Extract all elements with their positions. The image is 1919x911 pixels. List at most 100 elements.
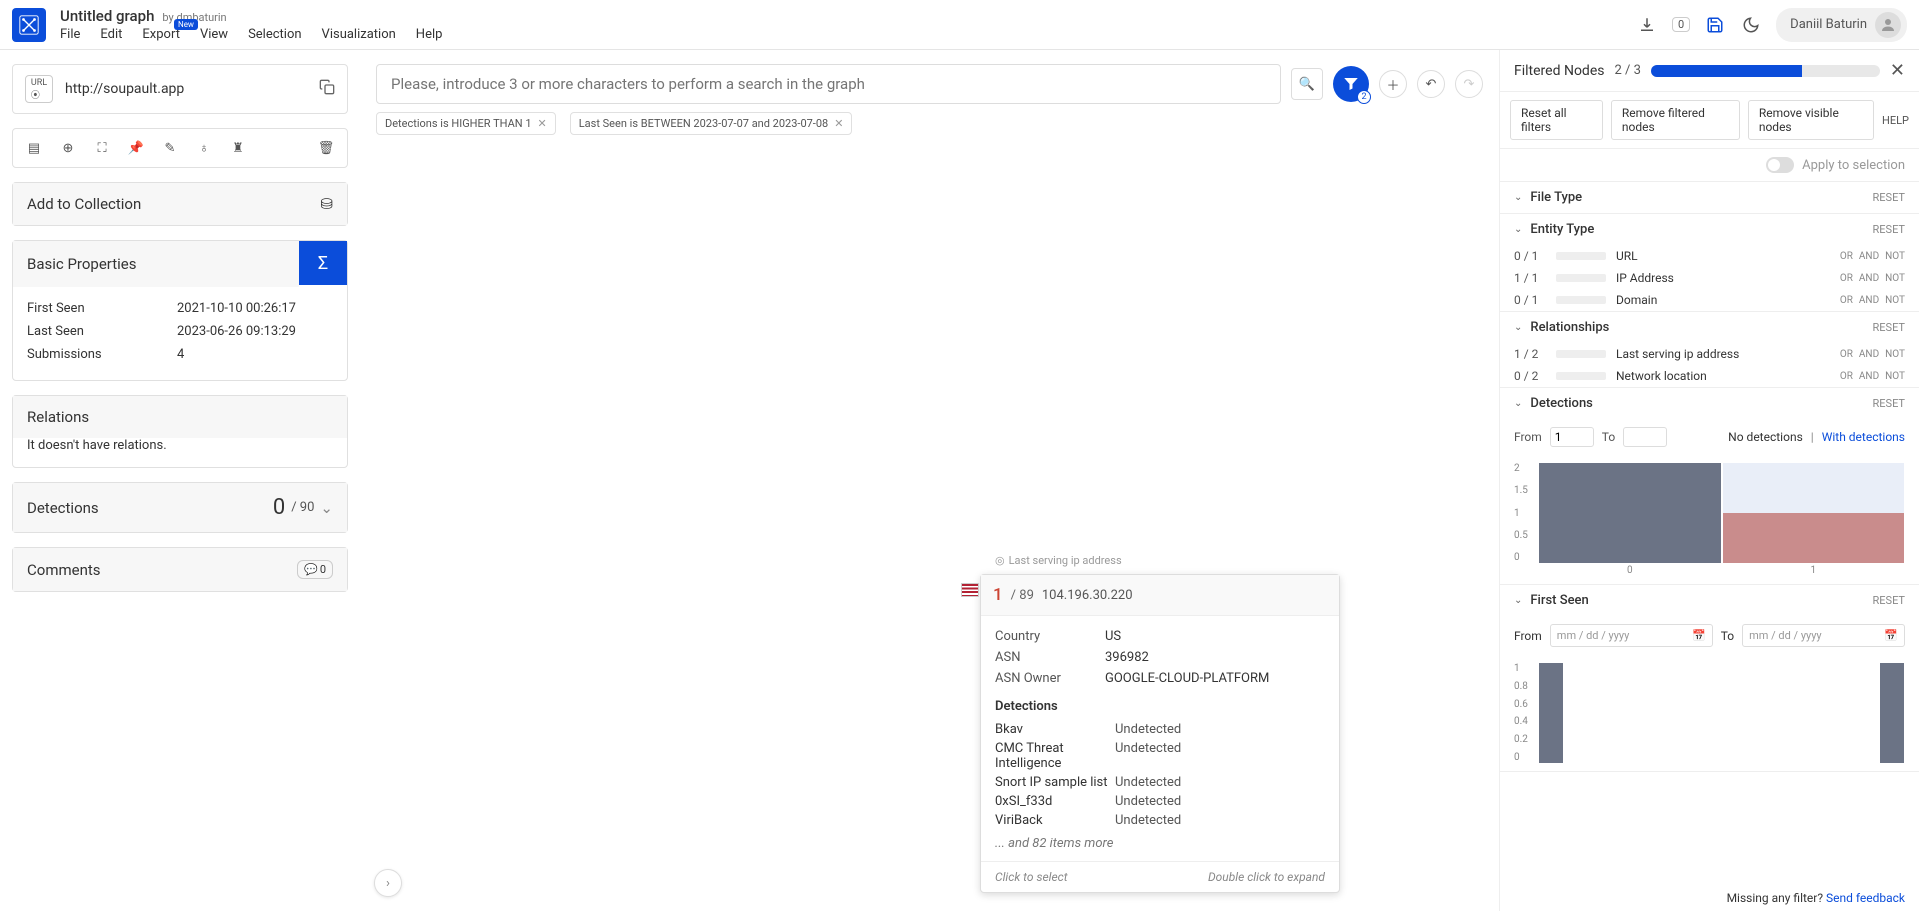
add-node-icon[interactable]: ⊕ [59,139,77,157]
graph-title[interactable]: Untitled graph [60,7,154,25]
menu-view[interactable]: View [200,27,228,42]
filter-chips: Detections is HIGHER THAN 1✕ Last Seen i… [376,112,852,135]
brush-icon[interactable]: ✎ [161,139,179,157]
filter-count: 2 [1357,90,1371,104]
firstseen-to-input[interactable]: mm / dd / yyyy📅 [1742,624,1905,647]
prop-row: Last Seen2023-06-26 09:13:29 [27,320,333,343]
user-menu[interactable]: Daniil Baturin [1776,8,1907,42]
filter-chip[interactable]: Last Seen is BETWEEN 2023-07-07 and 2023… [570,112,853,135]
trash-icon[interactable]: 🗑 [317,139,335,157]
hierarchy-icon[interactable]: ♁ [195,139,213,157]
detections-total: / 90 [291,500,314,515]
detections-card[interactable]: Detections 0 / 90 ⌄ [12,482,348,533]
copy-icon[interactable] [319,79,335,99]
add-collection-label: Add to Collection [27,195,141,213]
chevron-down-icon[interactable]: ⌄ [1514,398,1522,409]
firstseen-from-input[interactable]: mm / dd / yyyy📅 [1550,624,1713,647]
detection-item: 0xSI_f33dUndetected [995,792,1325,811]
search-input[interactable] [376,64,1281,104]
search-icon[interactable]: 🔍 [1291,68,1323,100]
reset-button[interactable]: RESET [1873,321,1905,334]
tooltip-hint-expand: Double click to expand [1208,870,1325,884]
flag-us-icon [961,583,979,597]
note-icon[interactable]: ▤ [25,139,43,157]
filtered-progress [1651,65,1880,77]
filter-row[interactable]: 1 / 1IP AddressORANDNOT [1500,267,1919,289]
add-button[interactable]: ＋ [1379,70,1407,98]
chevron-down-icon[interactable]: ⌄ [1514,224,1522,235]
selected-node-card: URL⦿ http://soupault.app [12,64,348,114]
filter-panel-title: Filtered Nodes [1514,63,1604,79]
theme-icon[interactable] [1740,14,1762,36]
filter-row[interactable]: 1 / 2Last serving ip addressORANDNOT [1500,343,1919,365]
no-detections-label[interactable]: No detections [1728,430,1803,444]
chip-close-icon[interactable]: ✕ [538,117,547,130]
relations-body: It doesn't have relations. [13,438,347,467]
focus-icon[interactable]: ⛶ [93,139,111,157]
chip-close-icon[interactable]: ✕ [834,117,843,130]
tree-icon[interactable]: ♜ [229,139,247,157]
remove-visible-button[interactable]: Remove visible nodes [1748,100,1874,140]
menu-edit[interactable]: Edit [100,27,122,42]
filter-chip[interactable]: Detections is HIGHER THAN 1✕ [376,112,556,135]
reset-button[interactable]: RESET [1873,594,1905,607]
chevron-down-icon[interactable]: ⌄ [1514,192,1522,203]
feedback-link[interactable]: Missing any filter? Send feedback [1727,891,1905,905]
calendar-icon: 📅 [1692,629,1706,642]
chevron-down-icon[interactable]: ⌄ [1514,595,1522,606]
avatar [1875,12,1901,38]
filter-row[interactable]: 0 / 1DomainORANDNOT [1500,289,1919,311]
download-icon[interactable] [1636,14,1658,36]
tooltip-row: CountryUS [995,626,1325,647]
menu-export[interactable]: ExportNew [142,27,180,42]
with-detections-link[interactable]: With detections [1822,430,1905,444]
collection-icon: ⛁ [320,195,333,213]
tooltip-hint-select: Click to select [995,870,1068,884]
filter-section-relationships: ⌄RelationshipsRESET 1 / 2Last serving ip… [1500,312,1919,388]
detections-from-input[interactable] [1550,427,1594,447]
menu-help[interactable]: Help [416,27,443,42]
node-url: http://soupault.app [65,81,307,97]
firstseen-histogram: 10.80.60.40.20 [1500,655,1919,771]
filter-section-detections: ⌄DetectionsRESET From To No detections |… [1500,388,1919,585]
pin-icon[interactable]: 📌 [127,139,145,157]
reset-button[interactable]: RESET [1873,397,1905,410]
redo-icon[interactable]: ↷ [1455,70,1483,98]
filter-row[interactable]: 0 / 1URLORANDNOT [1500,245,1919,267]
apply-selection-toggle[interactable] [1766,157,1794,173]
notification-badge[interactable]: 0 [1672,17,1690,32]
detections-count: 0 [273,495,285,520]
chevron-down-icon[interactable]: ⌄ [320,499,333,517]
prop-row: Submissions4 [27,343,333,366]
user-name: Daniil Baturin [1790,17,1867,32]
comments-card[interactable]: Comments 💬0 [12,547,348,592]
filter-row[interactable]: 0 / 2Network locationORANDNOT [1500,365,1919,387]
close-icon[interactable]: ✕ [1890,60,1905,81]
undo-icon[interactable]: ↶ [1417,70,1445,98]
graph-canvas[interactable]: 🔍 2 ＋ ↶ ↷ Detections is HIGHER THAN 1✕ L… [360,50,1499,911]
detections-to-input[interactable] [1623,427,1667,447]
menu-visualization[interactable]: Visualization [322,27,396,42]
collapse-panel-icon[interactable]: › [374,869,402,897]
add-collection-card[interactable]: Add to Collection ⛁ [12,182,348,226]
chevron-down-icon[interactable]: ⌄ [1514,322,1522,333]
reset-button[interactable]: RESET [1873,191,1905,204]
help-link[interactable]: HELP [1882,114,1909,127]
reset-filters-button[interactable]: Reset all filters [1510,100,1603,140]
node-tooltip: 1 / 89 104.196.30.220 CountryUS ASN39698… [980,574,1340,893]
save-icon[interactable] [1704,14,1726,36]
reset-button[interactable]: RESET [1873,223,1905,236]
url-type-icon: URL⦿ [25,75,53,103]
remove-filtered-button[interactable]: Remove filtered nodes [1611,100,1740,140]
action-toolbar: ▤ ⊕ ⛶ 📌 ✎ ♁ ♜ 🗑 [12,128,348,168]
menu-file[interactable]: File [60,27,80,42]
tooltip-detections-title: Detections [995,699,1325,714]
filter-panel: Filtered Nodes 2 / 3 ✕ Reset all filters… [1499,50,1919,911]
filter-button[interactable]: 2 [1333,66,1369,102]
menu-selection[interactable]: Selection [248,27,301,42]
sigma-button[interactable]: Σ [299,241,347,285]
app-logo[interactable] [12,8,46,42]
comments-title: Comments [27,561,101,579]
tooltip-ip: 104.196.30.220 [1042,588,1133,603]
tooltip-detection-score: 1 [993,585,1003,605]
